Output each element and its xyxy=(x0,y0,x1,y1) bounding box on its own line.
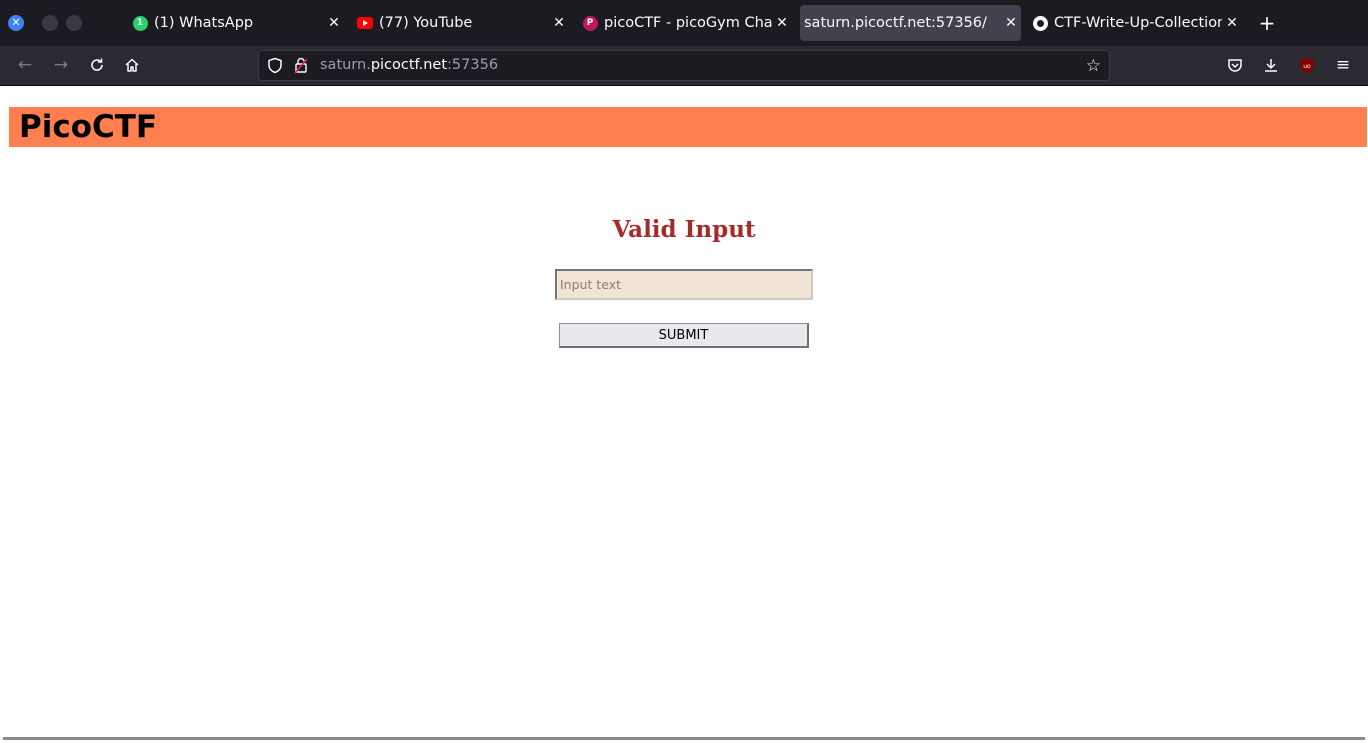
downloads-icon[interactable] xyxy=(1260,54,1282,76)
url-text[interactable]: saturn.picoctf.net:57356 xyxy=(320,57,498,73)
tab-saturn-picoctf[interactable]: saturn.picoctf.net:57356/ ✕ xyxy=(800,5,1021,41)
submit-button[interactable]: SUBMIT xyxy=(559,323,809,348)
back-arrow-icon[interactable]: ← xyxy=(14,54,36,76)
bookmark-star-icon[interactable]: ☆ xyxy=(1086,56,1101,76)
page-title: PicoCTF xyxy=(19,109,158,145)
whatsapp-icon: 1 xyxy=(132,15,148,31)
menu-hamburger-icon[interactable]: ≡ xyxy=(1332,54,1354,76)
insecure-lock-icon[interactable] xyxy=(294,57,308,74)
forward-arrow-icon[interactable]: → xyxy=(50,54,72,76)
youtube-icon xyxy=(357,15,373,31)
tab-ctf-writeups[interactable]: CTF-Write-Up-Collection ✕ xyxy=(1028,5,1242,41)
github-icon xyxy=(1032,15,1048,31)
tab-whatsapp[interactable]: 1 (1) WhatsApp ✕ xyxy=(128,5,344,41)
close-tab-icon[interactable]: ✕ xyxy=(1001,15,1021,31)
window-close-icon[interactable]: ✕ xyxy=(8,15,24,31)
browser-tab-bar: ✕ 1 (1) WhatsApp ✕ (77) YouTube ✕ P pico… xyxy=(0,0,1368,46)
tab-title: picoCTF - picoGym Challe xyxy=(604,15,772,31)
tab-title: CTF-Write-Up-Collection xyxy=(1054,15,1222,31)
tab-title: saturn.picoctf.net:57356/ xyxy=(804,15,987,31)
close-tab-icon[interactable]: ✕ xyxy=(1222,15,1242,31)
tab-picogym[interactable]: P picoCTF - picoGym Challe ✕ xyxy=(578,5,792,41)
svg-text:uo: uo xyxy=(1303,63,1311,70)
url-domain: picoctf.net xyxy=(370,57,448,73)
pocket-icon[interactable] xyxy=(1224,54,1246,76)
tab-title: (1) WhatsApp xyxy=(154,15,254,31)
page-header: PicoCTF xyxy=(9,107,1367,147)
form-heading: Valid Input xyxy=(612,216,756,243)
tab-title: (77) YouTube xyxy=(379,15,473,31)
picoctf-icon: P xyxy=(582,15,598,31)
window-maximize-icon[interactable] xyxy=(66,15,82,31)
new-tab-icon[interactable]: + xyxy=(1256,12,1278,34)
address-bar[interactable]: saturn.picoctf.net:57356 ☆ xyxy=(258,50,1110,81)
browser-nav-bar: ← → saturn.picoctf.net:57356 ☆ uo ≡ xyxy=(0,46,1368,86)
url-subdomain: saturn. xyxy=(320,57,371,73)
reload-icon[interactable] xyxy=(86,54,108,76)
close-tab-icon[interactable]: ✕ xyxy=(772,15,792,31)
text-input-field[interactable] xyxy=(555,269,813,300)
tab-youtube[interactable]: (77) YouTube ✕ xyxy=(353,5,569,41)
url-port: :57356 xyxy=(447,57,499,73)
bottom-divider xyxy=(3,737,1365,740)
window-minimize-icon[interactable] xyxy=(42,15,58,31)
close-tab-icon[interactable]: ✕ xyxy=(549,15,569,31)
ublock-icon[interactable]: uo xyxy=(1296,54,1318,76)
shield-icon[interactable] xyxy=(267,57,283,74)
close-tab-icon[interactable]: ✕ xyxy=(324,15,344,31)
home-icon[interactable] xyxy=(121,54,143,76)
